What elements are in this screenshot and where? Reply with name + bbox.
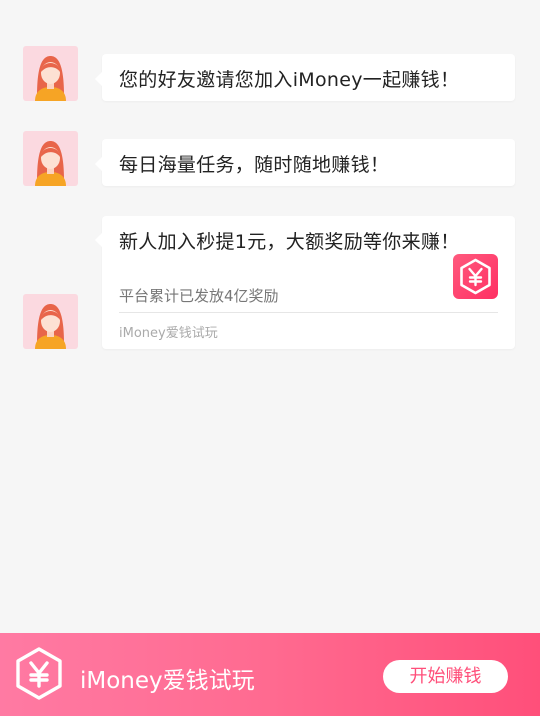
girl-avatar-icon	[35, 141, 66, 186]
girl-avatar-icon	[35, 304, 66, 349]
card-subtitle: 平台累计已发放4亿奖励	[119, 287, 279, 305]
avatar	[23, 294, 78, 349]
start-earning-button[interactable]: 开始赚钱	[383, 660, 508, 693]
card-title: 新人加入秒提1元，大额奖励等你来赚！	[119, 231, 460, 253]
message-text: 您的好友邀请您加入iMoney一起赚钱！	[119, 69, 460, 91]
chat-bubble-tasks: 每日海量任务，随时随地赚钱！	[95, 139, 515, 186]
card-source: iMoney爱钱试玩	[119, 326, 218, 341]
avatar	[23, 131, 78, 186]
message-text: 每日海量任务，随时随地赚钱！	[119, 154, 390, 176]
card-divider	[119, 312, 498, 313]
link-card[interactable]: 新人加入秒提1元，大额奖励等你来赚！ 平台累计已发放4亿奖励 iMoney爱钱试…	[95, 216, 515, 349]
download-banner: iMoney爱钱试玩 开始赚钱	[0, 633, 540, 716]
avatar	[23, 46, 78, 101]
yen-hexagon-icon	[12, 644, 66, 708]
girl-avatar-icon	[35, 56, 66, 101]
app-name: iMoney爱钱试玩	[80, 668, 255, 694]
yen-hexagon-icon	[453, 254, 498, 299]
chat-bubble-invite: 您的好友邀请您加入iMoney一起赚钱！	[95, 54, 515, 101]
